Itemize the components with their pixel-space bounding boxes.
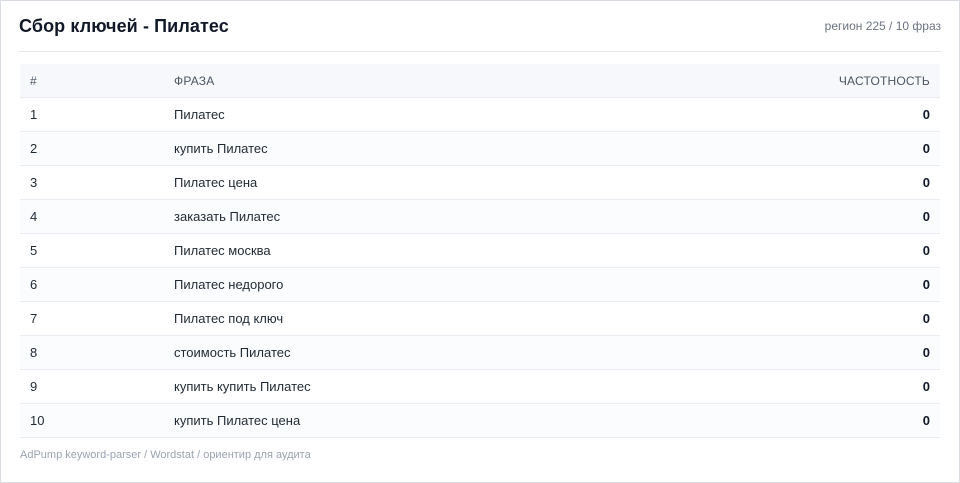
row-num: 3 — [30, 175, 38, 190]
table-row: 9 купить купить Пилатес 0 — [20, 370, 940, 404]
region-phrase-count: регион 225 / 10 фраз — [824, 19, 941, 33]
table-row: 5 Пилатес москва 0 — [20, 234, 940, 268]
row-phrase: купить Пилатес цена — [174, 413, 301, 428]
row-num: 9 — [30, 379, 38, 394]
row-num: 10 — [30, 413, 45, 428]
table-header-row: # ФРАЗА ЧАСТОТНОСТЬ — [20, 64, 940, 98]
row-phrase: Пилатес под ключ — [174, 311, 284, 326]
table-row: 3 Пилатес цена 0 — [20, 166, 940, 200]
table-row: 4 заказать Пилатес 0 — [20, 200, 940, 234]
row-phrase: Пилатес недорого — [174, 277, 284, 292]
row-phrase: купить купить Пилатес — [174, 379, 311, 394]
table-body: 1 Пилатес 0 2 купить Пилатес 0 3 Пилатес цена 0 4… — [20, 98, 940, 438]
row-frequency: 0 — [922, 311, 930, 326]
row-num: 6 — [30, 277, 38, 292]
row-frequency: 0 — [922, 141, 930, 156]
table-row: 6 Пилатес недорого 0 — [20, 268, 940, 302]
row-frequency: 0 — [922, 209, 930, 224]
row-num: 8 — [30, 345, 38, 360]
table-row: 8 стоимость Пилатес 0 — [20, 336, 940, 370]
row-frequency: 0 — [922, 243, 930, 258]
column-header-phrase: ФРАЗА — [174, 73, 215, 88]
row-phrase: Пилатес цена — [174, 175, 258, 190]
table-row: 10 купить Пилатес цена 0 — [20, 404, 940, 438]
row-phrase: Пилатес москва — [174, 243, 271, 258]
row-phrase: заказать Пилатес — [174, 209, 281, 224]
row-phrase: стоимость Пилатес — [174, 345, 291, 360]
keywords-table: # ФРАЗА ЧАСТОТНОСТЬ 1 Пилатес 0 2 купить Пил… — [20, 64, 940, 438]
table-row: 1 Пилатес 0 — [20, 98, 940, 132]
row-frequency: 0 — [922, 379, 930, 394]
row-num: 1 — [30, 107, 38, 122]
page-title: Сбор ключей - Пилатес — [19, 15, 229, 36]
footer-note: AdPump keyword-parser / Wordstat / ориен… — [20, 449, 311, 461]
column-header-num: # — [30, 73, 37, 88]
row-phrase: Пилатес — [174, 107, 225, 122]
row-phrase: купить Пилатес — [174, 141, 268, 156]
table-row: 7 Пилатес под ключ 0 — [20, 302, 940, 336]
row-num: 7 — [30, 311, 38, 326]
row-frequency: 0 — [922, 107, 930, 122]
row-num: 4 — [30, 209, 38, 224]
table-row: 2 купить Пилатес 0 — [20, 132, 940, 166]
row-num: 5 — [30, 243, 38, 258]
row-frequency: 0 — [922, 345, 930, 360]
keywords-card: Сбор ключей - Пилатес регион 225 / 10 фр… — [0, 0, 960, 483]
row-num: 2 — [30, 141, 38, 156]
row-frequency: 0 — [922, 413, 930, 428]
row-frequency: 0 — [922, 175, 930, 190]
row-frequency: 0 — [922, 277, 930, 292]
card-header: Сбор ключей - Пилатес регион 225 / 10 фр… — [19, 1, 941, 52]
column-header-frequency: ЧАСТОТНОСТЬ — [838, 73, 930, 88]
